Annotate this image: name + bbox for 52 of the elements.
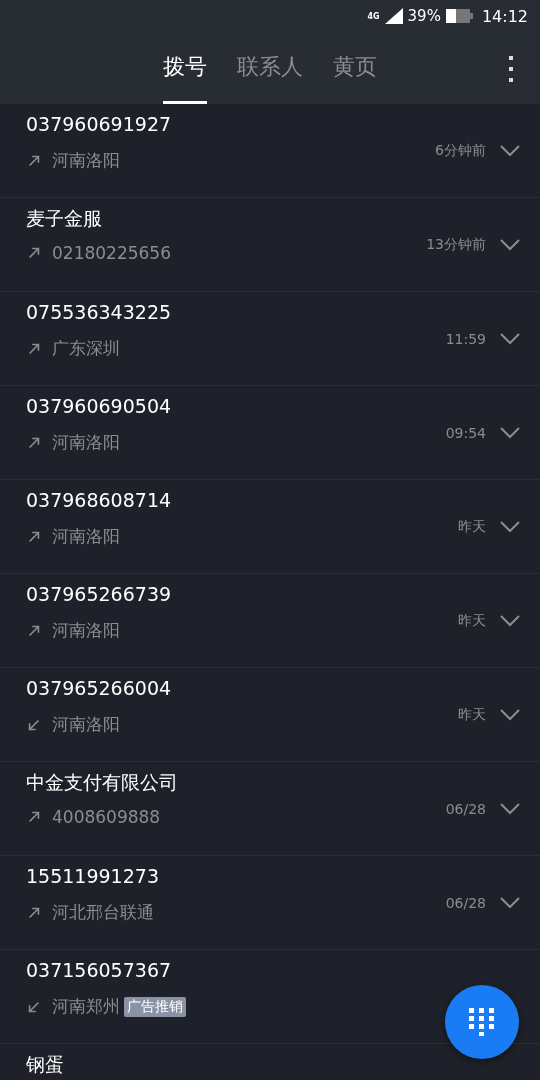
tab[interactable]: 拨号	[163, 32, 207, 104]
chevron-down-icon[interactable]	[500, 614, 520, 627]
chevron-down-icon[interactable]	[500, 426, 520, 439]
call-time: 昨天	[458, 517, 486, 536]
call-time: 6分钟前	[435, 141, 486, 160]
caller-name: 037965266739	[26, 582, 173, 606]
more-options-icon[interactable]	[508, 56, 514, 82]
call-detail: 4008609888	[52, 807, 161, 827]
call-time: 昨天	[458, 705, 486, 724]
spam-tag: 广告推销	[124, 996, 186, 1017]
signal-icon	[384, 8, 403, 24]
call-detail: 河南洛阳	[52, 431, 120, 454]
caller-name: 037965266004	[26, 676, 173, 700]
dialpad-icon	[469, 1008, 495, 1036]
network-type-icon: 4G	[367, 11, 380, 21]
caller-name: 麦子金服	[26, 206, 103, 230]
chevron-down-icon[interactable]	[500, 332, 520, 345]
chevron-down-icon[interactable]	[500, 520, 520, 533]
caller-name: 15511991273	[26, 864, 160, 888]
chevron-down-icon[interactable]	[500, 238, 520, 251]
call-time: 09:54	[445, 424, 486, 441]
tab[interactable]: 联系人	[237, 32, 303, 104]
call-detail: 河南洛阳	[52, 713, 120, 736]
tab[interactable]: 黄页	[333, 32, 377, 104]
chevron-down-icon[interactable]	[500, 896, 520, 909]
caller-name: 钢蛋	[26, 1052, 65, 1076]
call-detail: 河南洛阳	[52, 525, 120, 548]
clock: 14:12	[481, 6, 528, 26]
caller-name: 037968608714	[26, 488, 173, 512]
call-detail: 河南洛阳	[52, 149, 120, 172]
caller-name: 037960690504	[26, 394, 173, 418]
call-time: 06/28	[445, 800, 486, 817]
outgoing-arrow-icon	[26, 245, 42, 261]
chevron-down-icon[interactable]	[500, 144, 520, 157]
battery-percent: 39%	[407, 7, 441, 25]
call-detail: 河南洛阳	[52, 619, 120, 642]
caller-name: 037960691927	[26, 112, 173, 136]
caller-name: 075536343225	[26, 300, 173, 324]
call-detail: 广东深圳	[52, 337, 120, 360]
call-detail: 02180225656	[52, 243, 171, 263]
caller-name: 中金支付有限公司	[26, 770, 179, 794]
call-detail: 河北邢台联通	[52, 901, 154, 924]
chevron-down-icon[interactable]	[500, 802, 520, 815]
caller-name: 037156057367	[26, 958, 173, 982]
call-time: 13分钟前	[426, 235, 486, 254]
battery-icon	[445, 9, 473, 23]
outgoing-arrow-icon	[26, 809, 42, 825]
chevron-down-icon[interactable]	[500, 708, 520, 721]
call-time: 06/28	[445, 894, 486, 911]
call-time: 昨天	[458, 611, 486, 630]
call-detail: 河南郑州	[52, 995, 120, 1018]
call-time: 11:59	[445, 330, 486, 347]
